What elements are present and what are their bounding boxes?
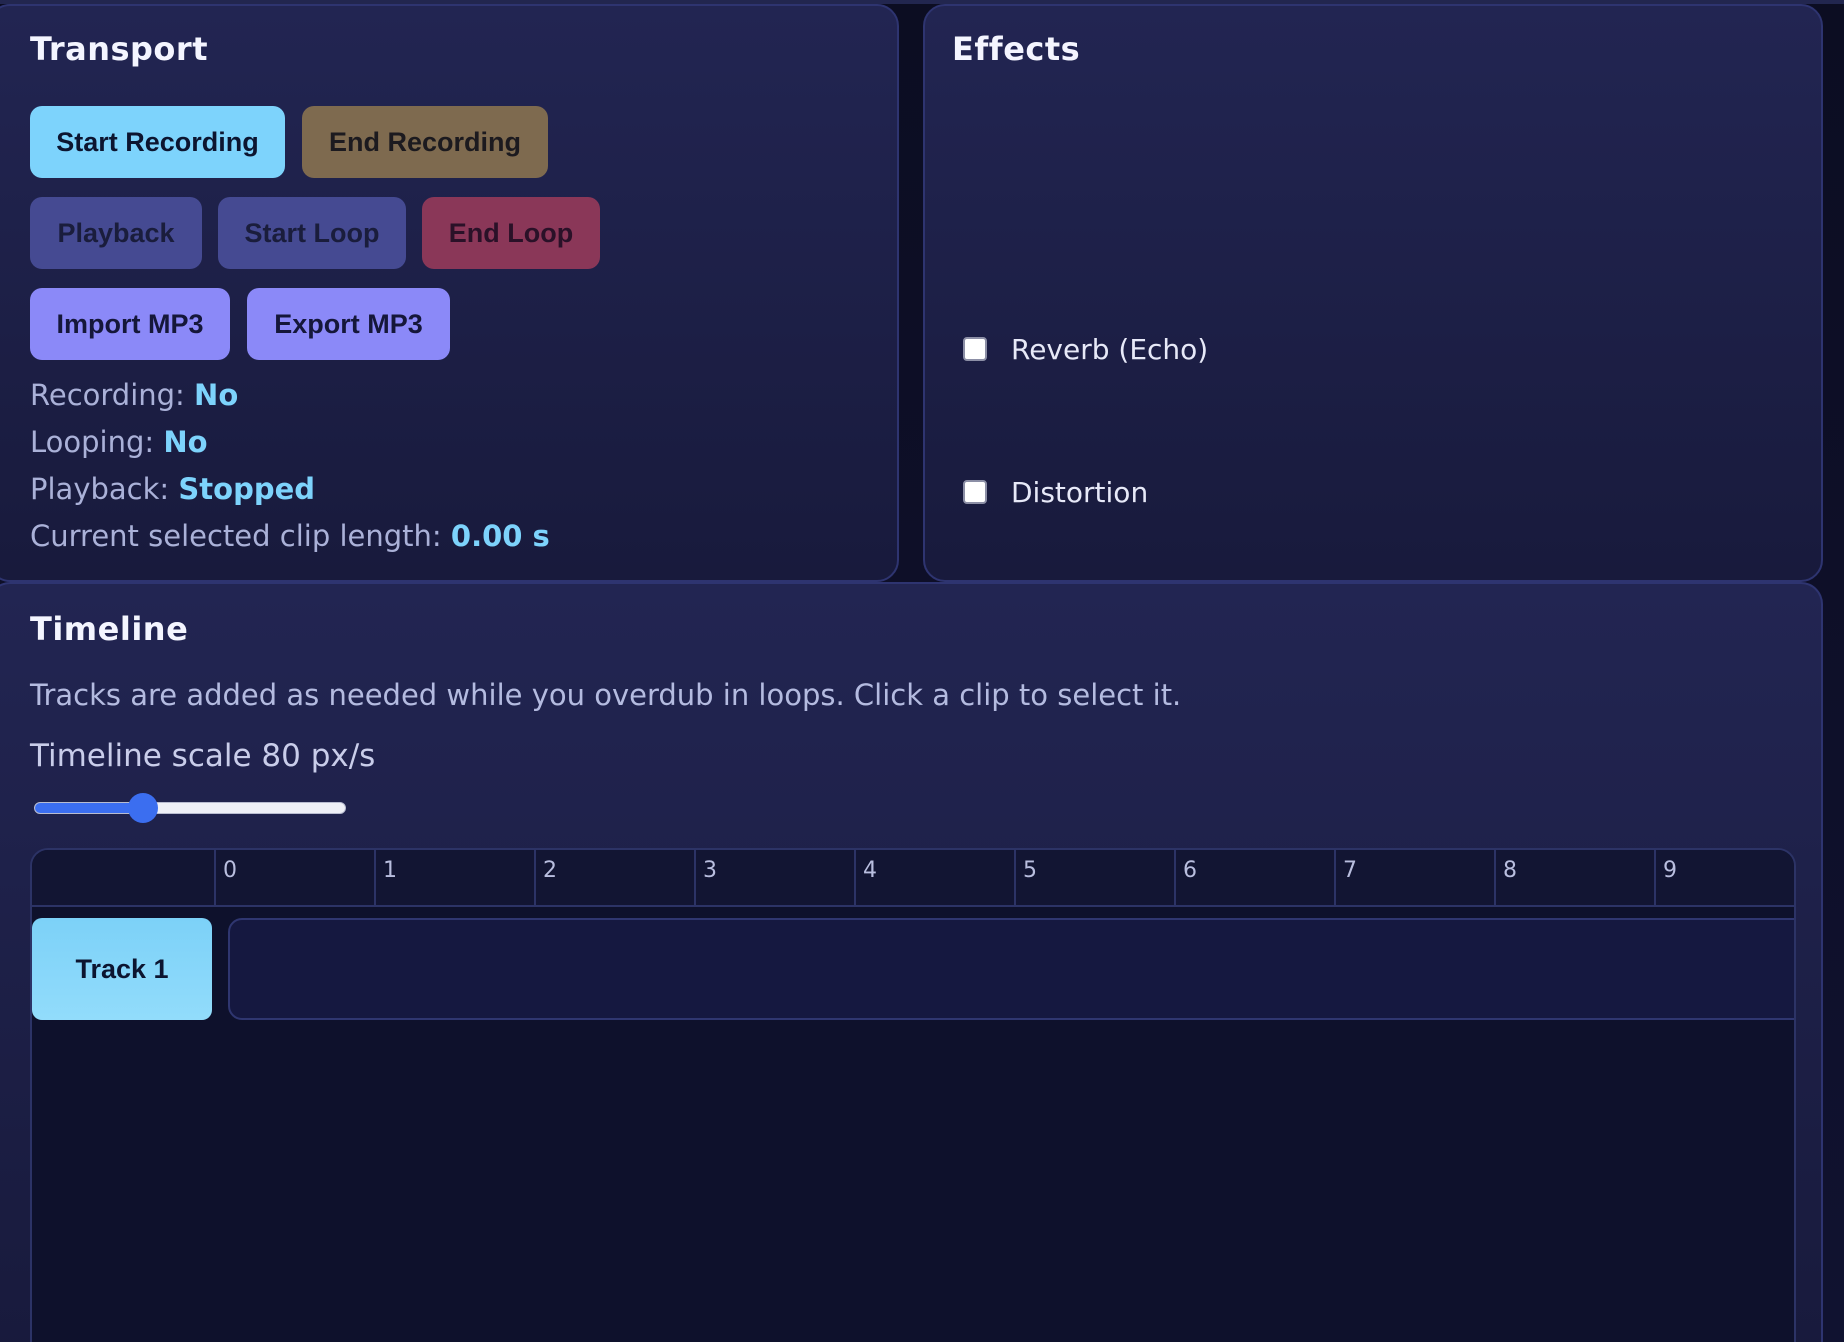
- ruler-tick: 8: [1494, 850, 1654, 905]
- reverb-checkbox[interactable]: [963, 337, 987, 361]
- effects-title: Effects: [952, 30, 1081, 68]
- ruler-tick: 1: [374, 850, 534, 905]
- playback-status: Playback: Stopped: [30, 472, 315, 506]
- transport-panel: Transport Start Recording End Recording …: [0, 4, 899, 582]
- timeline-hint: Tracks are added as needed while you ove…: [30, 678, 1182, 712]
- playback-status-label: Playback:: [30, 472, 170, 506]
- slider-thumb[interactable]: [128, 793, 159, 823]
- ruler-tick: 4: [854, 850, 1014, 905]
- timeline-ruler: 0123456789: [32, 850, 1794, 907]
- start-recording-button[interactable]: Start Recording: [30, 106, 285, 178]
- timeline-scale-slider[interactable]: [34, 793, 346, 823]
- effect-reverb[interactable]: Reverb (Echo): [963, 329, 1208, 369]
- ruler-tick: 9: [1654, 850, 1794, 905]
- recording-status-value: No: [194, 378, 239, 412]
- effect-distortion[interactable]: Distortion: [963, 472, 1148, 512]
- recording-status: Recording: No: [30, 378, 238, 412]
- distortion-checkbox[interactable]: [963, 480, 987, 504]
- recording-status-label: Recording:: [30, 378, 185, 412]
- timeline-scale-label: Timeline scale 80 px/s: [30, 738, 376, 774]
- slider-track[interactable]: [34, 802, 346, 814]
- end-loop-button[interactable]: End Loop: [422, 197, 600, 269]
- ruler-tick: 0: [214, 850, 374, 905]
- playback-status-value: Stopped: [178, 472, 316, 506]
- track-1-lane[interactable]: [228, 918, 1794, 1020]
- playback-button[interactable]: Playback: [30, 197, 202, 269]
- timeline-panel: Timeline Tracks are added as needed whil…: [0, 582, 1823, 1342]
- clip-length-value: 0.00 s: [450, 519, 550, 553]
- looping-status-label: Looping:: [30, 425, 155, 459]
- reverb-label: Reverb (Echo): [1011, 332, 1209, 366]
- transport-title: Transport: [30, 30, 208, 68]
- clip-length-label: Current selected clip length:: [30, 519, 442, 553]
- import-mp3-button[interactable]: Import MP3: [30, 288, 230, 360]
- track-1-button[interactable]: Track 1: [32, 918, 212, 1020]
- looping-status: Looping: No: [30, 425, 208, 459]
- ruler-tick: 5: [1014, 850, 1174, 905]
- ruler-tick: 2: [534, 850, 694, 905]
- ruler-tick: 3: [694, 850, 854, 905]
- end-recording-button[interactable]: End Recording: [302, 106, 548, 178]
- effects-panel: Effects Reverb (Echo) Distortion: [923, 4, 1823, 582]
- app-root: Transport Start Recording End Recording …: [0, 0, 1844, 1342]
- clip-length-status: Current selected clip length: 0.00 s: [30, 519, 550, 553]
- looping-status-value: No: [163, 425, 208, 459]
- ruler-tick: 7: [1334, 850, 1494, 905]
- export-mp3-button[interactable]: Export MP3: [247, 288, 450, 360]
- ruler-tick: 6: [1174, 850, 1334, 905]
- start-loop-button[interactable]: Start Loop: [218, 197, 406, 269]
- timeline-area: 0123456789 Track 1: [30, 848, 1796, 1342]
- distortion-label: Distortion: [1011, 475, 1149, 509]
- timeline-title: Timeline: [30, 610, 189, 648]
